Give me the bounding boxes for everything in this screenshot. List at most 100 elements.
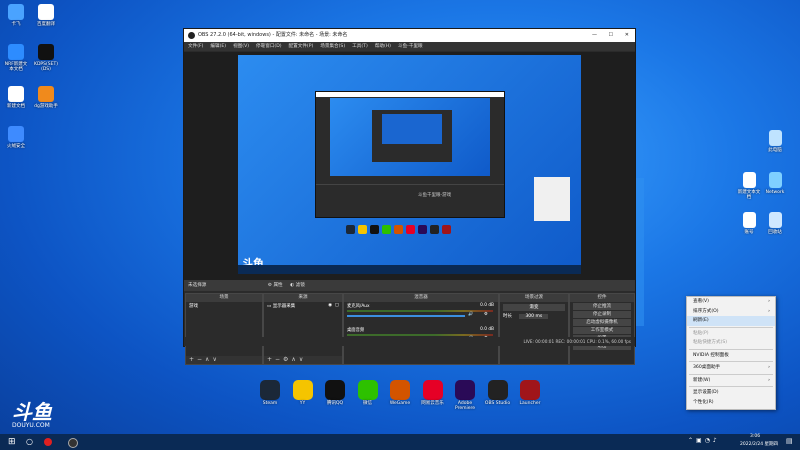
dock-label: WeGame — [389, 401, 411, 406]
menu-item[interactable]: 场景集合(S) — [320, 44, 345, 49]
clock-date[interactable]: 2022/2/24 星期四 — [740, 441, 778, 447]
dock-netease-music[interactable]: 网易云音乐 — [419, 380, 447, 407]
desktop-icon-network[interactable]: Network — [762, 172, 788, 195]
tray-icons[interactable]: ⌃▣◔♪ — [688, 437, 720, 444]
menu-item[interactable]: 帮助(H) — [375, 44, 391, 49]
mixer-ch1-slider[interactable] — [347, 315, 465, 317]
notification-icon[interactable]: ▤ — [786, 437, 793, 445]
transitions-header: 场景过渡 — [500, 294, 568, 302]
control-button[interactable]: 停止推流 — [573, 303, 631, 310]
taskbar-obs-icon[interactable] — [68, 438, 78, 448]
context-menu-label: 显示设置(D) — [693, 390, 719, 395]
lock-icon[interactable]: ▢ — [335, 303, 339, 308]
context-menu-label: 查看(V) — [693, 299, 709, 304]
context-menu-label: 粘贴快捷方式(S) — [693, 340, 728, 345]
preview-taskbar — [238, 265, 581, 274]
transition-select[interactable]: 渐变 — [503, 304, 565, 311]
context-menu-item[interactable]: 360桌面助手 › — [687, 363, 775, 373]
dock-launcher[interactable]: Launcher — [516, 380, 544, 407]
dock-wechat[interactable]: 微信 — [354, 380, 382, 407]
desktop-icon-app3-icon — [8, 44, 24, 60]
source-filters-button[interactable]: 滤镜 — [296, 283, 305, 288]
context-menu-label: 粘贴(P) — [693, 330, 709, 336]
menu-item[interactable]: 工具(T) — [352, 44, 368, 49]
menu-item[interactable]: 配置文件(P) — [289, 44, 314, 49]
control-button[interactable]: 停止录制 — [573, 311, 631, 318]
maximize-icon[interactable]: ☐ — [609, 29, 613, 42]
desktop-icon-label: 此电脑 — [768, 148, 782, 153]
desktop-icon-label: 回收站 — [768, 230, 782, 235]
speaker-icon[interactable]: 🔊 — [468, 312, 473, 317]
menu-separator — [689, 361, 773, 362]
menu-item[interactable]: 视图(V) — [233, 44, 249, 49]
mixer-ch1-label: 麦克风/Aux — [347, 304, 370, 309]
search-icon[interactable]: ○ — [26, 437, 33, 446]
dock-yy[interactable]: YY — [289, 380, 317, 407]
menu-item[interactable]: 编辑(E) — [210, 44, 226, 49]
context-menu-item[interactable]: NVIDIA 控制面板 — [687, 351, 775, 361]
sources-toolbar[interactable]: +−⚙∧∨ — [264, 356, 342, 364]
duration-input[interactable]: 300 ms — [519, 314, 549, 319]
context-menu-item[interactable]: 粘贴快捷方式(S) — [687, 338, 775, 348]
desktop-icon-recycle[interactable]: 回收站 — [762, 212, 788, 235]
desktop-icon-security[interactable]: 火绒安全 — [3, 126, 29, 149]
context-menu-label: NVIDIA 控制面板 — [693, 352, 729, 358]
close-icon[interactable]: ✕ — [625, 29, 629, 42]
controls-panel: 控件 停止推流停止录制启动虚拟摄像机工作室模式设置退出 — [569, 293, 635, 365]
scenes-toolbar[interactable]: +−∧∨ — [186, 356, 262, 364]
no-source-label: 未选择源 — [188, 283, 207, 288]
control-button[interactable]: 工作室模式 — [573, 327, 631, 334]
dock-qq[interactable]: 腾讯QQ — [321, 380, 349, 407]
obs-preview[interactable]: 斗鱼千里眼-游戏 斗鱼 — [184, 52, 635, 280]
desktop-context-menu: 查看(V) › 排序方式(O) › 刷新(E) 粘贴(P) 粘贴快捷方式(S) NVIDIA … — [686, 296, 776, 410]
menu-separator — [689, 386, 773, 387]
context-menu-item[interactable]: 刷新(E) — [687, 316, 775, 326]
context-menu-item[interactable]: 个性化(R) — [687, 398, 775, 408]
source-properties-button[interactable]: 属性 — [273, 283, 282, 288]
dock-obs[interactable]: OBS Studio — [484, 380, 512, 407]
context-menu-item[interactable]: 粘贴(P) — [687, 329, 775, 339]
context-menu-item[interactable]: 显示设置(D) — [687, 388, 775, 398]
menu-item[interactable]: 停靠窗口(D) — [256, 44, 282, 49]
menu-separator — [689, 373, 773, 375]
desktop-icon-doc[interactable]: 新建文档 — [3, 86, 29, 109]
context-menu-item[interactable]: 排序方式(O) › — [687, 307, 775, 317]
desktop-icon-app1[interactable]: 卡飞 — [3, 4, 29, 27]
desktop-icon-app2[interactable]: 百度翻译 — [33, 4, 59, 27]
dock-steam[interactable]: Steam — [256, 380, 284, 407]
desktop-icon-obs-live[interactable]: KDPS(SET) (DS) — [33, 44, 59, 72]
mixer-header: 混音器 — [344, 294, 498, 302]
filter-icon[interactable]: ◐ — [290, 283, 294, 288]
taskbar-app-icon[interactable] — [44, 438, 52, 446]
menu-item[interactable]: 文件(F) — [188, 44, 203, 49]
obs-window[interactable]: OBS 27.2.0 (64-bit, windows) - 配置文件: 未命名… — [183, 28, 636, 365]
dock-wegame[interactable]: WeGame — [386, 380, 414, 407]
menu-item[interactable]: 斗鱼-千里眼 — [398, 44, 423, 49]
clock-time[interactable]: 3:06 — [750, 434, 760, 439]
desktop-icon-tool-icon — [38, 86, 54, 102]
desktop-icon-account[interactable]: 账号 — [736, 212, 762, 235]
obs-titlebar[interactable]: OBS 27.2.0 (64-bit, windows) - 配置文件: 未命名… — [184, 29, 635, 42]
gear-icon[interactable]: ⚙ — [268, 283, 272, 288]
desktop-icon-label: NRF新建文本文档 — [4, 62, 28, 73]
desktop-icon-app3[interactable]: NRF新建文本文档 — [3, 44, 29, 72]
context-menu-item[interactable]: 查看(V) › — [687, 297, 775, 307]
scene-item[interactable]: 游戏 — [186, 302, 262, 310]
eye-icon[interactable]: ◉ — [328, 303, 332, 308]
desktop-icon-thispc[interactable]: 此电脑 — [762, 130, 788, 153]
desktop-icon-tool[interactable]: dg游戏助手 — [33, 86, 59, 109]
control-button[interactable]: 启动虚拟摄像机 — [573, 319, 631, 326]
dock-label: Steam — [262, 401, 278, 406]
source-item[interactable]: ▭ 显示器采集 ◉ ▢ — [264, 302, 342, 310]
dock-premiere[interactable]: Adobe Premiere — [451, 380, 479, 412]
mixer-ch1-gear-icon[interactable]: ⚙ — [484, 312, 488, 317]
chevron-right-icon: › — [768, 299, 770, 304]
desktop-icon-thispc-icon — [768, 130, 782, 146]
mixer-panel: 混音器 麦克风/Aux 0.0 dB 🔊 ⚙ 桌面音频 0.0 dB 🔊 ⚙ — [343, 293, 499, 365]
start-icon[interactable]: ⊞ — [8, 437, 16, 447]
menu-separator — [689, 326, 773, 328]
desktop-icon-newtext[interactable]: 新建文本文档 — [736, 172, 762, 200]
minimize-icon[interactable]: — — [592, 29, 597, 42]
context-menu-item[interactable]: 新建(W) › — [687, 376, 775, 386]
sources-header: 来源 — [264, 294, 342, 302]
